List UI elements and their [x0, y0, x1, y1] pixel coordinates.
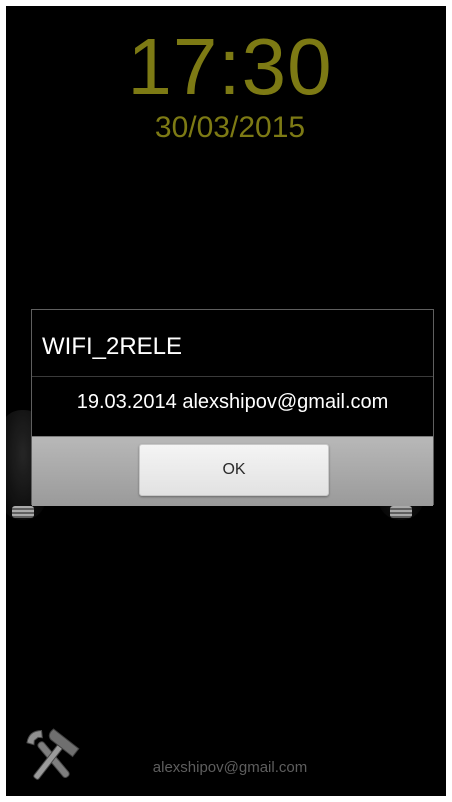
- dialog-title: WIFI_2RELE: [42, 333, 183, 360]
- about-dialog: WIFI_2RELE 19.03.2014 alexshipov@gmail.c…: [31, 309, 434, 506]
- clock-date: 30/03/2015: [154, 111, 306, 144]
- clock-time: 17:30: [127, 22, 333, 111]
- footer-email: alexshipov@gmail.com: [152, 759, 308, 776]
- app-screen: 17:30 30/03/2015 WIFI_2RELE 19.03.2014 a…: [6, 6, 446, 796]
- tools-icon[interactable]: [16, 724, 88, 790]
- screw-icon: [390, 506, 412, 518]
- screw-icon: [12, 506, 34, 518]
- ok-button[interactable]: OK: [139, 444, 329, 496]
- dialog-message: 19.03.2014 alexshipov@gmail.com: [76, 391, 389, 413]
- dialog-divider: [32, 376, 433, 377]
- dialog-button-bar: OK: [32, 436, 433, 506]
